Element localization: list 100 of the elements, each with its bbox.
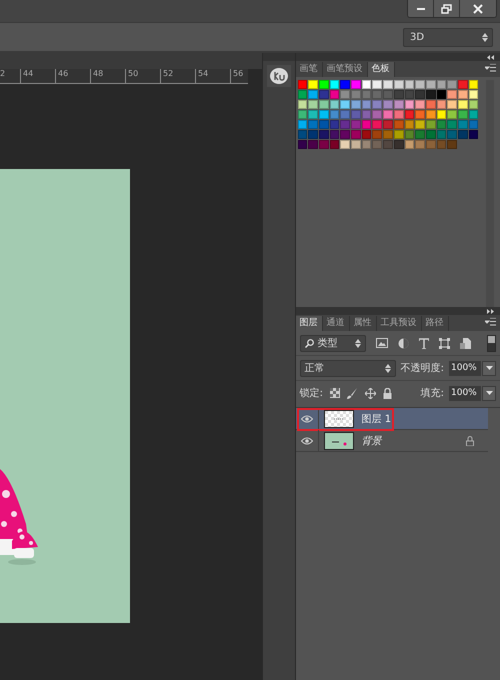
color-swatch[interactable]: [383, 80, 393, 89]
color-swatch[interactable]: [394, 130, 404, 139]
color-swatch[interactable]: [319, 80, 329, 89]
color-swatch[interactable]: [298, 120, 308, 129]
color-swatch[interactable]: [298, 140, 308, 149]
color-swatch[interactable]: [372, 140, 382, 149]
color-swatch[interactable]: [351, 120, 361, 129]
color-swatch[interactable]: [372, 130, 382, 139]
color-swatch[interactable]: [436, 130, 446, 139]
color-swatch[interactable]: [340, 90, 350, 99]
color-swatch[interactable]: [447, 110, 457, 119]
color-swatch[interactable]: [436, 110, 446, 119]
restore-button[interactable]: [434, 0, 460, 17]
color-swatch[interactable]: [404, 140, 414, 149]
color-swatch[interactable]: [372, 120, 382, 129]
color-swatch[interactable]: [404, 120, 414, 129]
type-icon[interactable]: [418, 338, 429, 348]
color-swatch[interactable]: [415, 90, 425, 99]
color-swatch[interactable]: [340, 80, 350, 89]
color-swatch[interactable]: [415, 80, 425, 89]
color-swatch[interactable]: [308, 120, 318, 129]
close-button[interactable]: [460, 0, 496, 17]
color-swatch[interactable]: [330, 130, 340, 139]
panel-tab[interactable]: 色板: [368, 62, 395, 77]
color-swatch[interactable]: [330, 120, 340, 129]
color-swatch[interactable]: [298, 80, 308, 89]
layer-row[interactable]: 背景: [296, 430, 488, 452]
color-swatch[interactable]: [426, 80, 436, 89]
color-swatch[interactable]: [415, 120, 425, 129]
color-swatch[interactable]: [340, 140, 350, 149]
color-swatch[interactable]: [447, 100, 457, 109]
color-swatch[interactable]: [362, 100, 372, 109]
color-swatch[interactable]: [468, 90, 478, 99]
color-swatch[interactable]: [319, 90, 329, 99]
color-swatch[interactable]: [319, 100, 329, 109]
scrollbar[interactable]: [486, 80, 494, 307]
color-swatch[interactable]: [458, 130, 468, 139]
color-swatch[interactable]: [308, 130, 318, 139]
checker-icon[interactable]: [330, 388, 340, 398]
color-swatch[interactable]: [319, 130, 329, 139]
color-swatch[interactable]: [468, 120, 478, 129]
color-swatch[interactable]: [468, 110, 478, 119]
color-swatch[interactable]: [362, 80, 372, 89]
color-swatch[interactable]: [394, 100, 404, 109]
fill-dropdown-button[interactable]: [482, 386, 496, 400]
layer-row[interactable]: 图层 1: [296, 408, 488, 430]
color-swatch[interactable]: [383, 120, 393, 129]
color-swatch[interactable]: [298, 130, 308, 139]
plugin-button[interactable]: [266, 65, 291, 87]
color-swatch[interactable]: [404, 100, 414, 109]
color-swatch[interactable]: [383, 110, 393, 119]
color-swatch[interactable]: [458, 120, 468, 129]
color-swatch[interactable]: [340, 100, 350, 109]
filter-select[interactable]: 类型: [300, 334, 366, 352]
color-swatch[interactable]: [330, 100, 340, 109]
color-swatch[interactable]: [308, 140, 318, 149]
color-swatch[interactable]: [394, 80, 404, 89]
move-icon[interactable]: [365, 388, 376, 398]
color-swatch[interactable]: [330, 110, 340, 119]
color-swatch[interactable]: [362, 130, 372, 139]
color-swatch[interactable]: [394, 110, 404, 119]
color-swatch[interactable]: [351, 100, 361, 109]
color-swatch[interactable]: [394, 140, 404, 149]
transform-icon[interactable]: [438, 338, 450, 348]
color-swatch[interactable]: [436, 120, 446, 129]
color-swatch[interactable]: [362, 120, 372, 129]
color-swatch[interactable]: [404, 110, 414, 119]
color-swatch[interactable]: [415, 110, 425, 119]
color-swatch[interactable]: [383, 90, 393, 99]
color-swatch[interactable]: [447, 130, 457, 139]
opacity-dropdown-button[interactable]: [482, 360, 496, 376]
color-swatch[interactable]: [308, 90, 318, 99]
color-swatch[interactable]: [426, 140, 436, 149]
color-swatch[interactable]: [458, 80, 468, 89]
color-swatch[interactable]: [319, 140, 329, 149]
color-swatch[interactable]: [404, 90, 414, 99]
blend-mode-select[interactable]: 正常: [300, 360, 396, 376]
color-swatch[interactable]: [362, 110, 372, 119]
color-swatch[interactable]: [447, 80, 457, 89]
color-swatch[interactable]: [362, 140, 372, 149]
brush-icon[interactable]: [347, 388, 358, 398]
color-swatch[interactable]: [298, 90, 308, 99]
color-swatch[interactable]: [351, 110, 361, 119]
filter-toggle[interactable]: [487, 334, 496, 352]
color-swatch[interactable]: [308, 100, 318, 109]
color-swatch[interactable]: [415, 140, 425, 149]
color-swatch[interactable]: [426, 100, 436, 109]
panel-tab[interactable]: 图层: [296, 316, 323, 331]
color-swatch[interactable]: [426, 130, 436, 139]
color-swatch[interactable]: [436, 100, 446, 109]
fill-field[interactable]: 100%: [449, 386, 481, 400]
image-icon[interactable]: [376, 338, 388, 348]
color-swatch[interactable]: [468, 130, 478, 139]
color-swatch[interactable]: [330, 80, 340, 89]
color-swatch[interactable]: [468, 80, 478, 89]
color-swatch[interactable]: [415, 130, 425, 139]
panel-menu-icon[interactable]: [485, 64, 496, 72]
color-swatch[interactable]: [319, 120, 329, 129]
lock-icon[interactable]: [383, 388, 392, 398]
panel-menu-icon[interactable]: [485, 318, 496, 326]
